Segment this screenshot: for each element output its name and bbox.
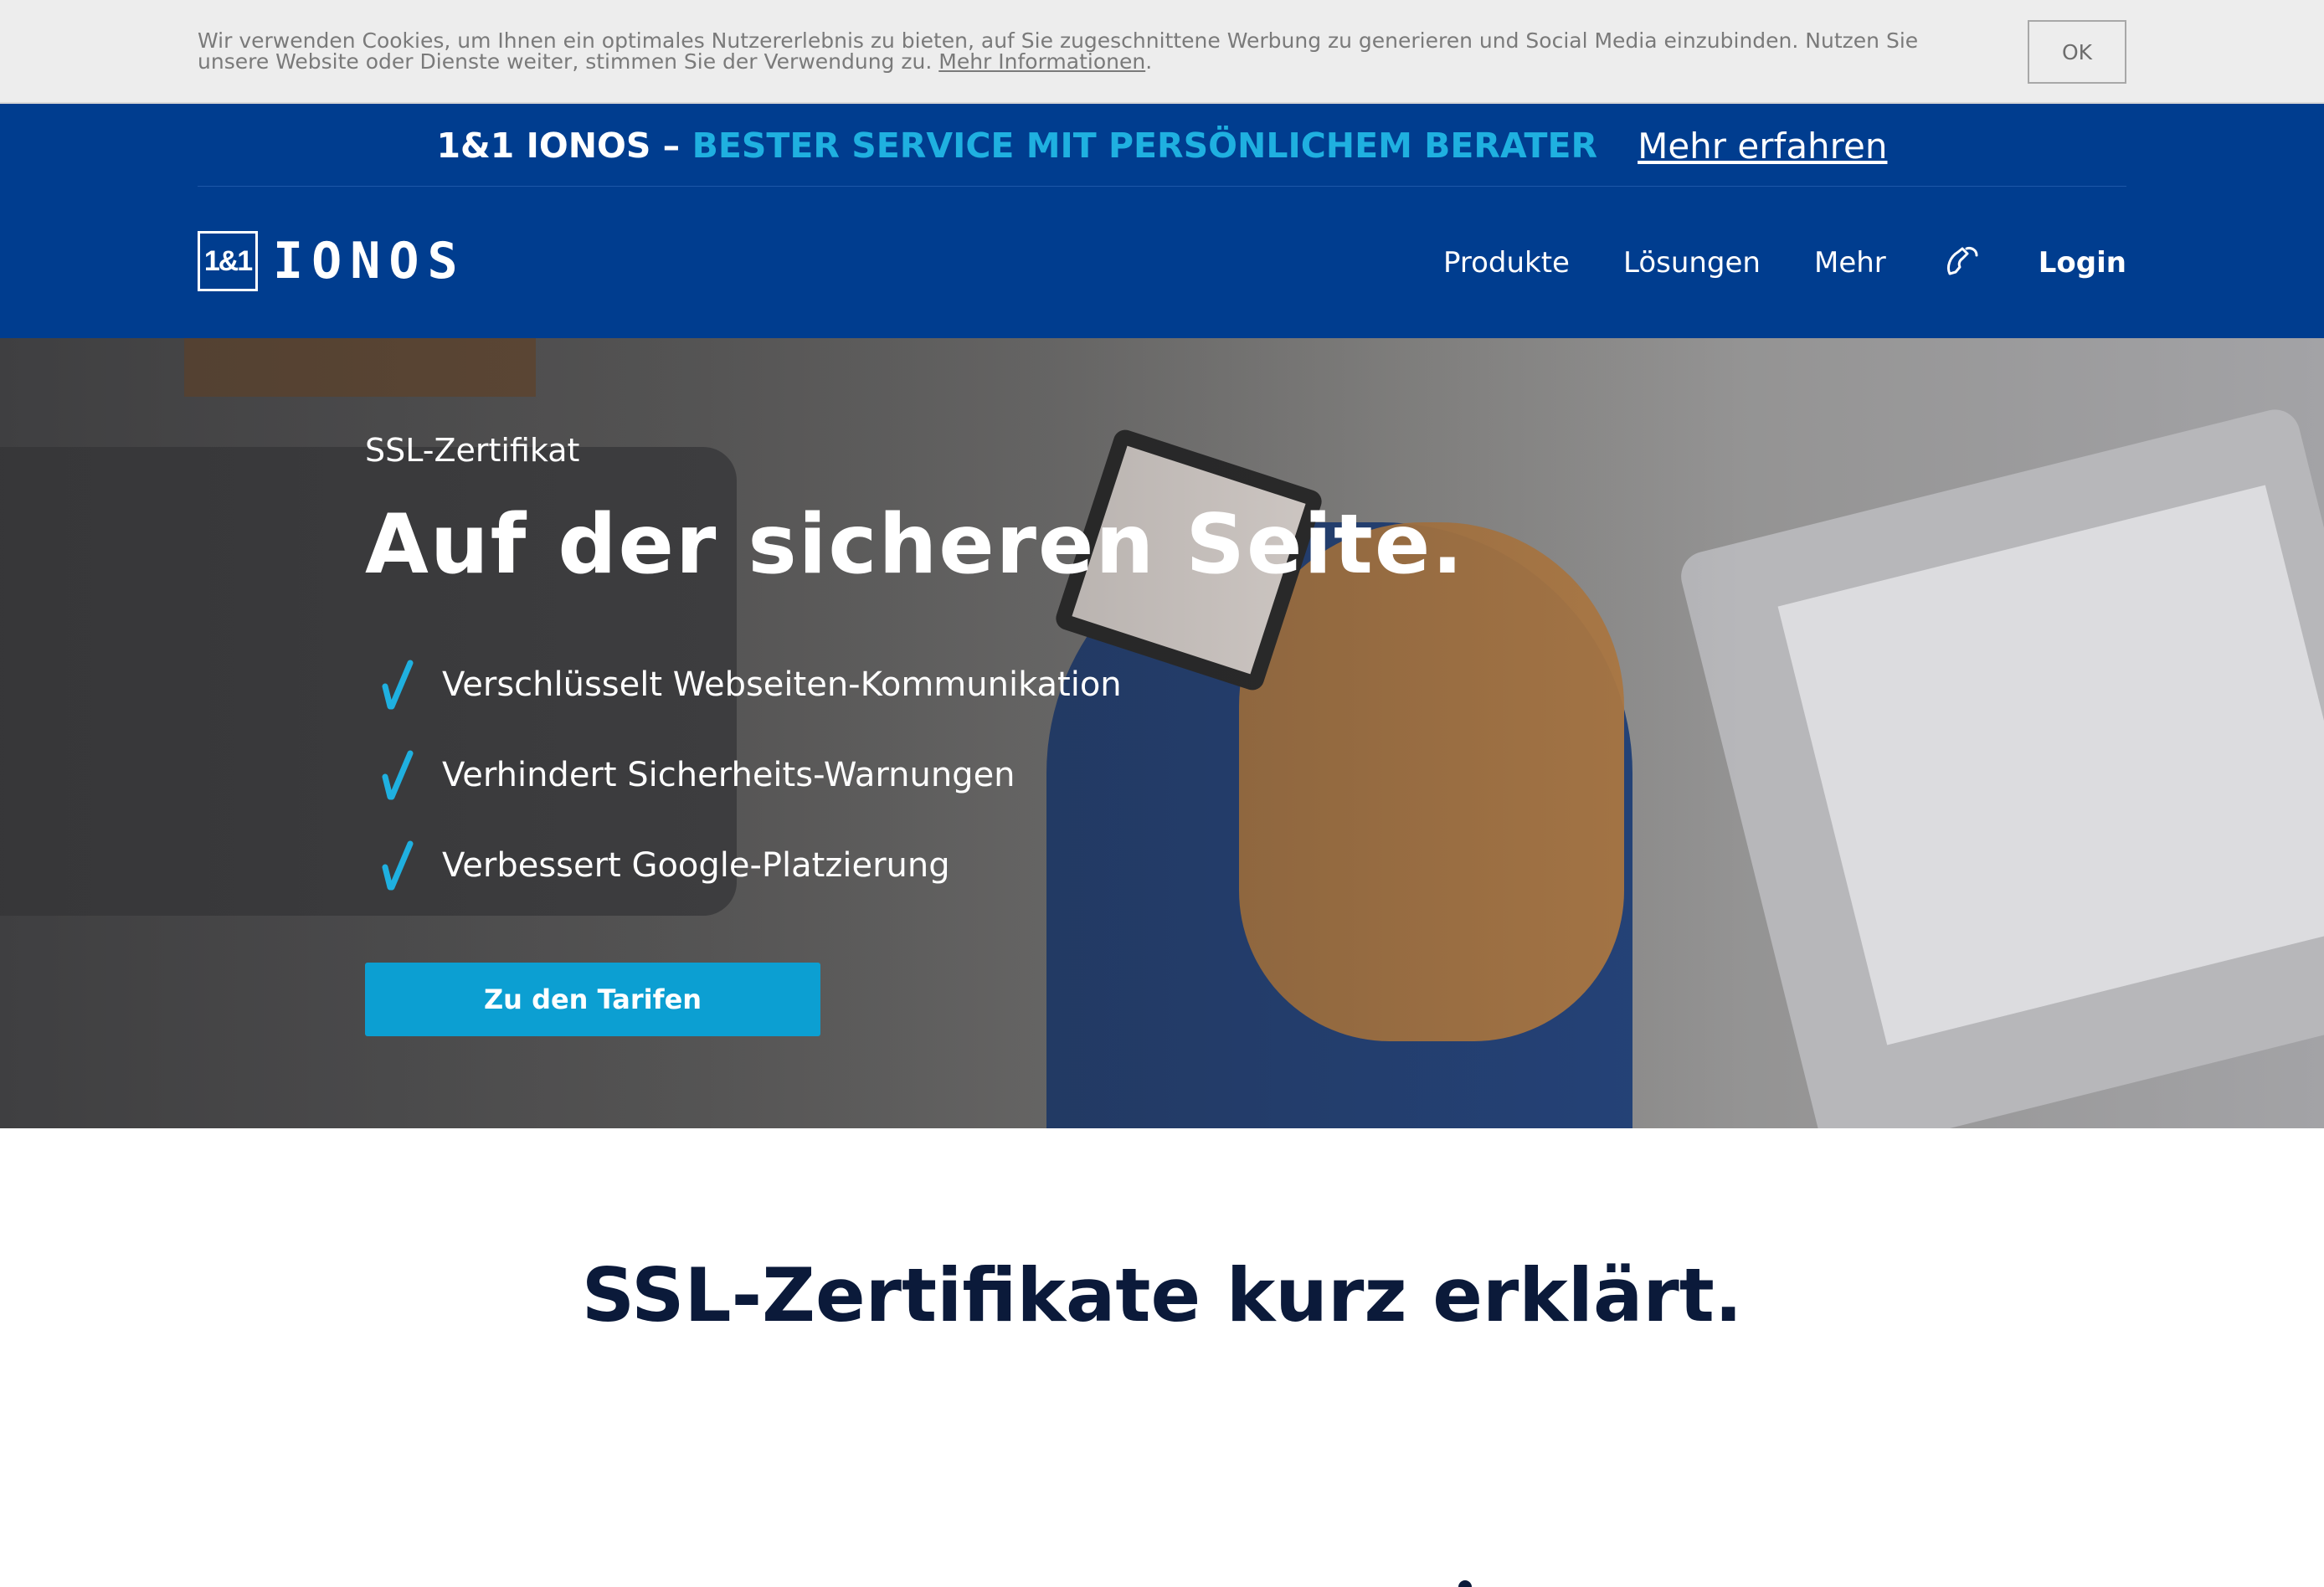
logo-box: 1&1 xyxy=(198,231,258,291)
feature-item: Verbessert Google-Platzierung xyxy=(382,820,1122,911)
feature-item: Verschlüsselt Webseiten-Kommunikation xyxy=(382,639,1122,730)
hero: SSL-Zertifikat Auf der sicheren Seite. V… xyxy=(0,338,2324,1128)
hero-kicker: SSL-Zertifikat xyxy=(365,432,580,469)
cookie-message: Wir verwenden Cookies, um Ihnen ein opti… xyxy=(198,28,1919,74)
logo-wordmark: IONOS xyxy=(273,232,466,290)
feature-text: Verbessert Google-Platzierung xyxy=(442,846,950,885)
section-ornament xyxy=(1458,1580,1472,1587)
promo-claim: BESTER SERVICE MIT PERSÖNLICHEM BERATER xyxy=(692,126,1598,166)
tariffs-button[interactable]: Zu den Tarifen xyxy=(365,963,820,1036)
main-nav: Produkte Lösungen Mehr Login xyxy=(1443,187,2126,338)
check-icon xyxy=(382,660,414,710)
feature-text: Verschlüsselt Webseiten-Kommunikation xyxy=(442,665,1122,704)
nav-item-loesungen[interactable]: Lösungen xyxy=(1623,246,1761,280)
login-link[interactable]: Login xyxy=(2039,246,2126,280)
check-icon xyxy=(382,840,414,891)
feature-list: Verschlüsselt Webseiten-Kommunikation Ve… xyxy=(382,639,1122,911)
header-divider xyxy=(198,186,2126,187)
cookie-ok-button[interactable]: OK xyxy=(2028,20,2126,84)
cookie-banner: Wir verwenden Cookies, um Ihnen ein opti… xyxy=(0,0,2324,104)
promo-more-link[interactable]: Mehr erfahren xyxy=(1638,126,1887,167)
nav-item-mehr[interactable]: Mehr xyxy=(1814,246,1886,280)
nav-item-produkte[interactable]: Produkte xyxy=(1443,246,1570,280)
promo-brand: 1&1 IONOS – xyxy=(436,126,681,166)
site-header: 1&1 IONOS Produkte Lösungen Mehr Login xyxy=(0,187,2324,338)
cookie-more-info-link[interactable]: Mehr Informationen xyxy=(938,49,1145,74)
hero-title: Auf der sicheren Seite. xyxy=(365,497,1465,593)
check-icon xyxy=(382,750,414,800)
feature-text: Verhindert Sicherheits-Warnungen xyxy=(442,756,1015,794)
feature-item: Verhindert Sicherheits-Warnungen xyxy=(382,730,1122,820)
logo[interactable]: 1&1 IONOS xyxy=(198,231,466,291)
promo-bar: 1&1 IONOS – BESTER SERVICE MIT PERSÖNLIC… xyxy=(0,104,2324,187)
phone-icon[interactable] xyxy=(1940,240,1985,285)
section-title: SSL-Zertifikate kurz erklärt. xyxy=(581,1252,1743,1338)
